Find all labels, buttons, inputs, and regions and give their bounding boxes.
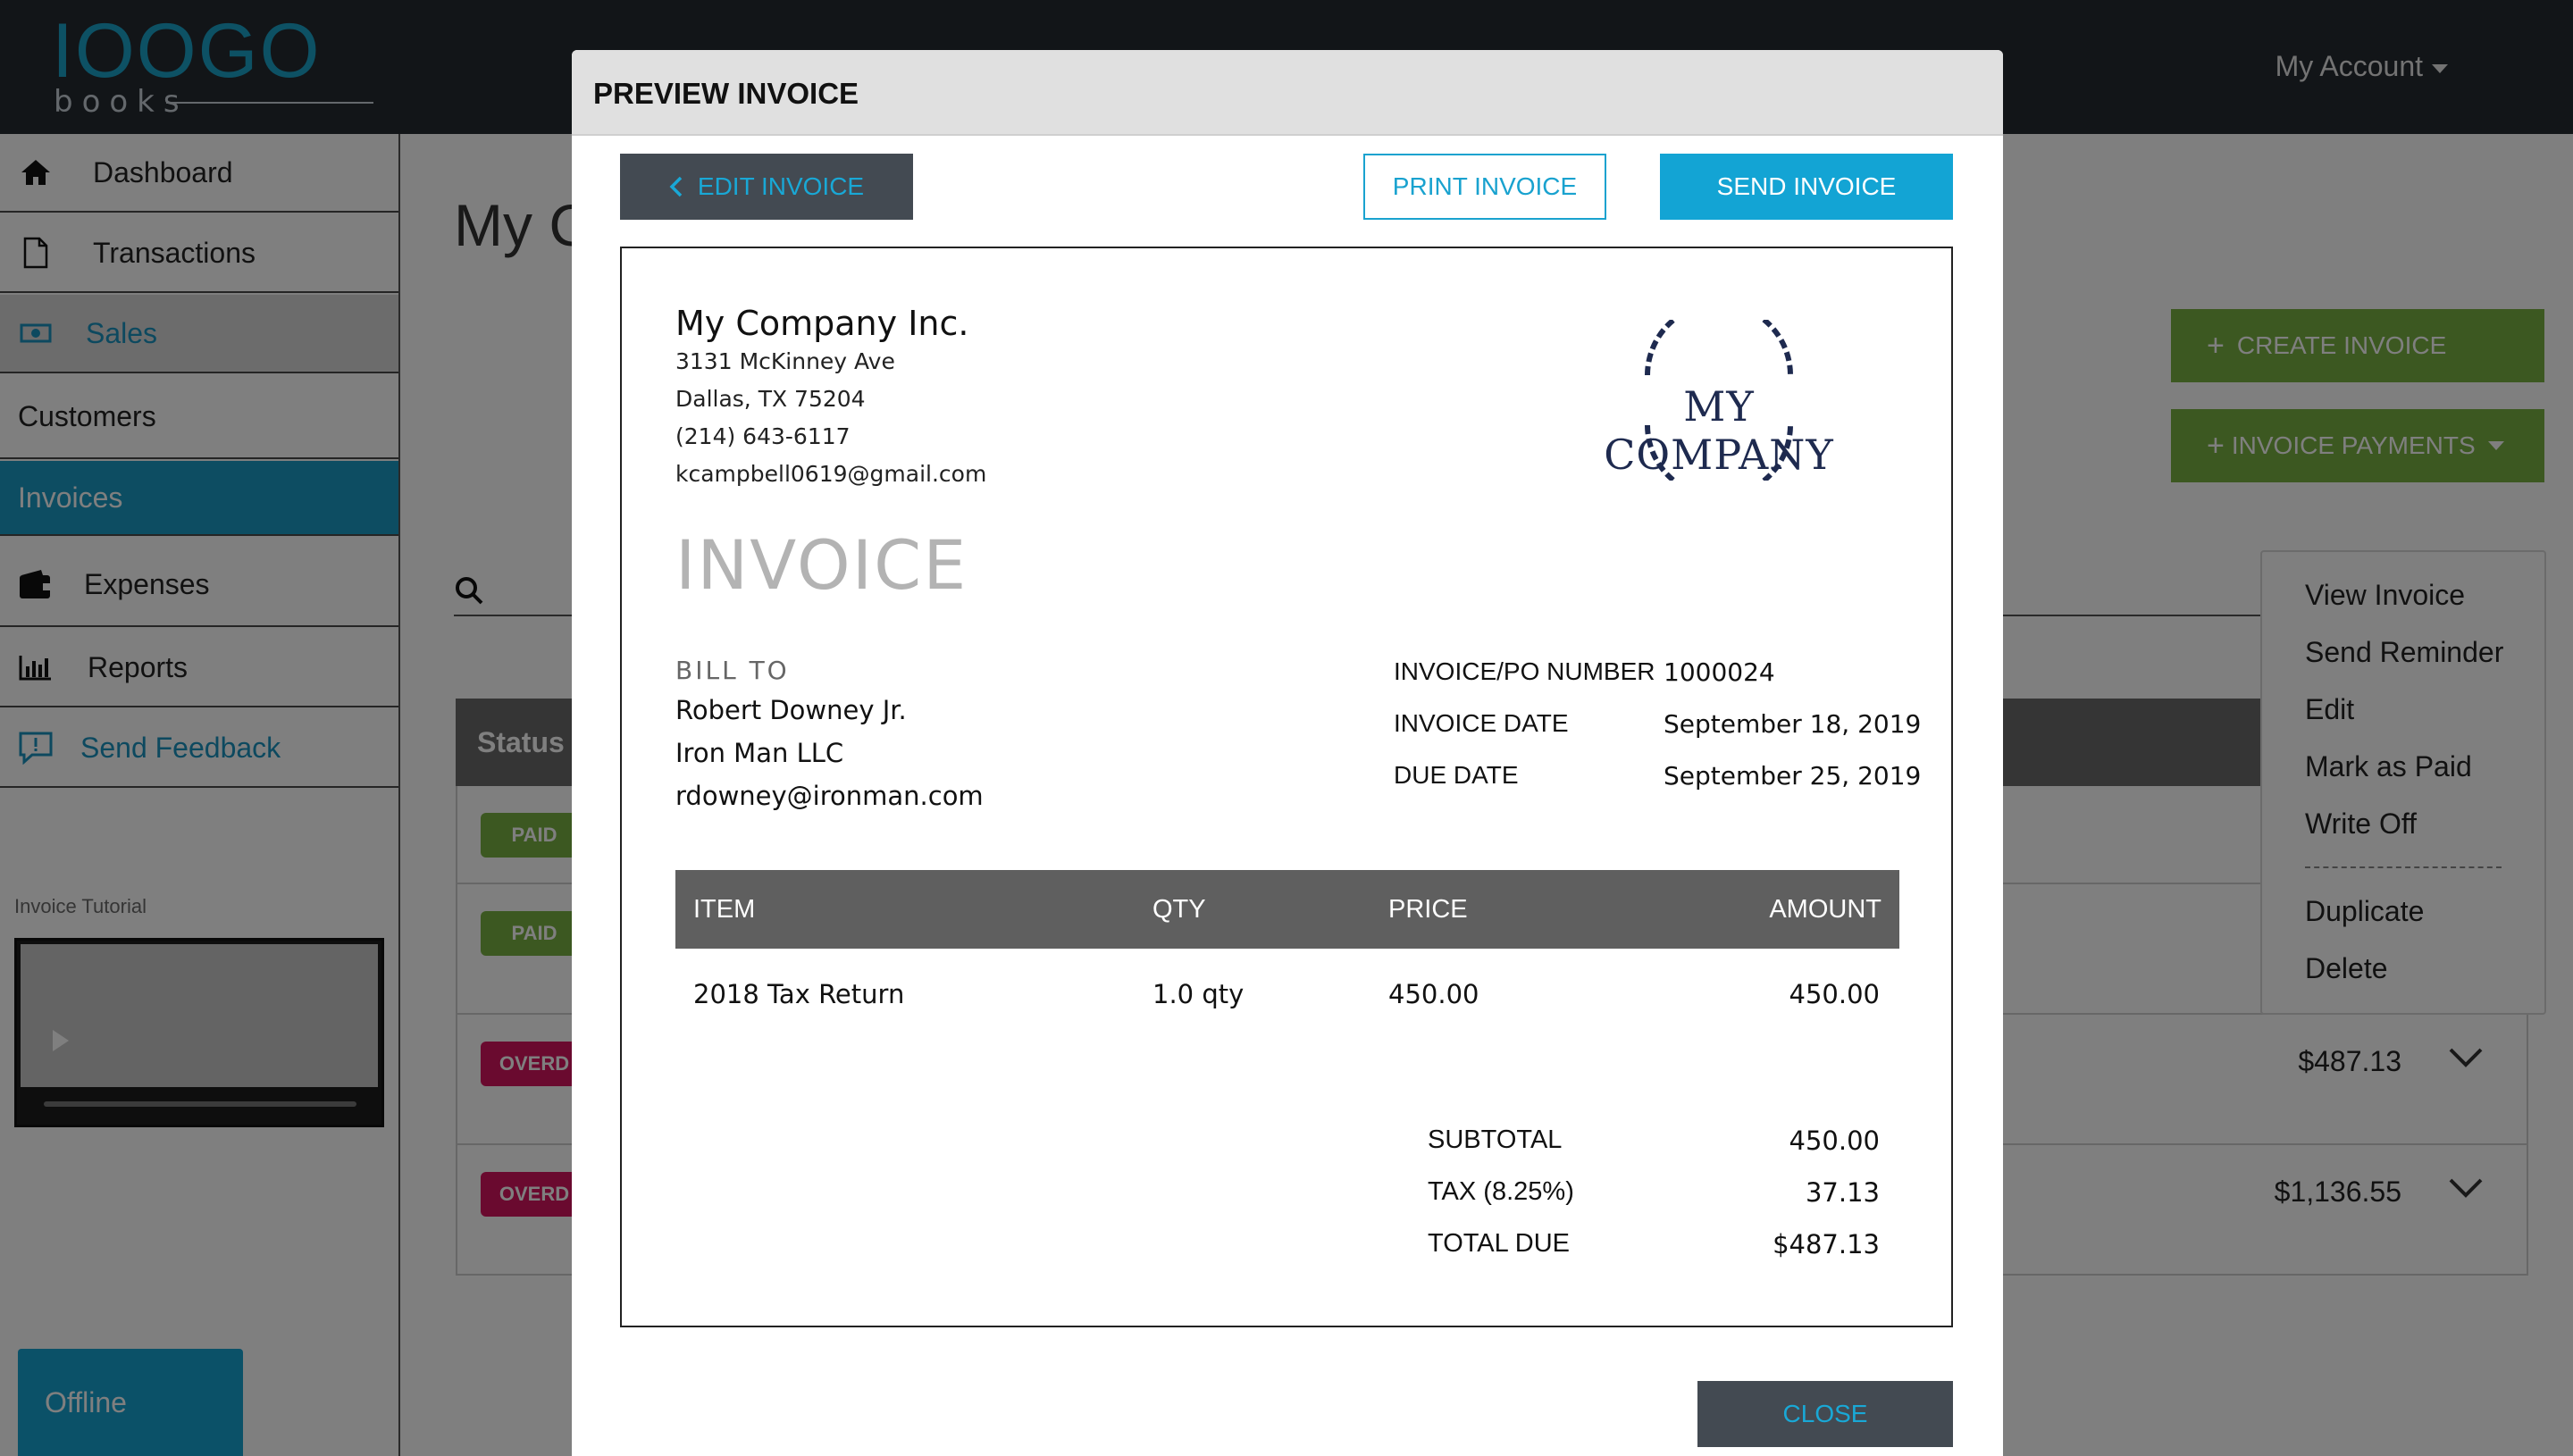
invoice-date: September 18, 2019: [1664, 709, 1922, 739]
customer-name: Robert Downey Jr.: [675, 695, 907, 725]
modal-title: PREVIEW INVOICE: [593, 77, 859, 110]
subtotal-value: 450.00: [1789, 1125, 1880, 1156]
due-date: September 25, 2019: [1664, 761, 1922, 791]
bill-to-label: BILL TO: [675, 656, 790, 685]
modal-header: PREVIEW INVOICE: [572, 50, 2003, 136]
line-item-qty: 1.0 qty: [1152, 979, 1245, 1009]
edit-invoice-label: EDIT INVOICE: [697, 172, 865, 200]
tax-value: 37.13: [1805, 1177, 1880, 1208]
company-name: My Company Inc.: [675, 304, 969, 343]
qty-column-header: QTY: [1152, 895, 1206, 924]
invoice-number-label: INVOICE/PO NUMBER: [1394, 657, 1655, 685]
total-due-value: $487.13: [1773, 1229, 1880, 1259]
customer-company: Iron Man LLC: [675, 738, 844, 768]
invoice-number: 1000024: [1664, 657, 1775, 687]
invoice-date-label: INVOICE DATE: [1394, 709, 1569, 737]
tax-label: TAX (8.25%): [1428, 1177, 1574, 1206]
line-item-name: 2018 Tax Return: [693, 979, 905, 1009]
total-due-label: TOTAL DUE: [1428, 1229, 1570, 1258]
line-item-amount: 450.00: [1789, 979, 1880, 1009]
subtotal-label: SUBTOTAL: [1428, 1125, 1563, 1154]
chevron-left-icon: [669, 175, 683, 198]
line-item-price: 450.00: [1388, 979, 1479, 1009]
company-logo-text: MY COMPANY: [1604, 382, 1834, 479]
company-address-line-1: 3131 McKinney Ave: [675, 348, 895, 374]
price-column-header: PRICE: [1388, 895, 1468, 924]
close-button[interactable]: CLOSE: [1697, 1381, 1953, 1447]
company-address-line-2: Dallas, TX 75204: [675, 386, 866, 412]
send-invoice-button[interactable]: SEND INVOICE: [1660, 154, 1953, 220]
items-table-header: ITEM QTY PRICE AMOUNT: [675, 870, 1899, 949]
amount-column-header: AMOUNT: [1769, 895, 1882, 924]
invoice-heading: INVOICE: [675, 525, 968, 605]
company-phone: (214) 643-6117: [675, 423, 851, 449]
due-date-label: DUE DATE: [1394, 761, 1519, 789]
print-invoice-button[interactable]: PRINT INVOICE: [1363, 154, 1606, 220]
item-column-header: ITEM: [693, 895, 756, 924]
customer-email: rdowney@ironman.com: [675, 781, 984, 811]
company-email: kcampbell0619@gmail.com: [675, 461, 987, 487]
invoice-document: My Company Inc. 3131 McKinney Ave Dallas…: [620, 247, 1953, 1327]
company-logo: MY COMPANY: [1558, 301, 1880, 499]
edit-invoice-button[interactable]: EDIT INVOICE: [620, 154, 913, 220]
preview-invoice-modal: PREVIEW INVOICE EDIT INVOICE PRINT INVOI…: [572, 50, 2003, 1456]
